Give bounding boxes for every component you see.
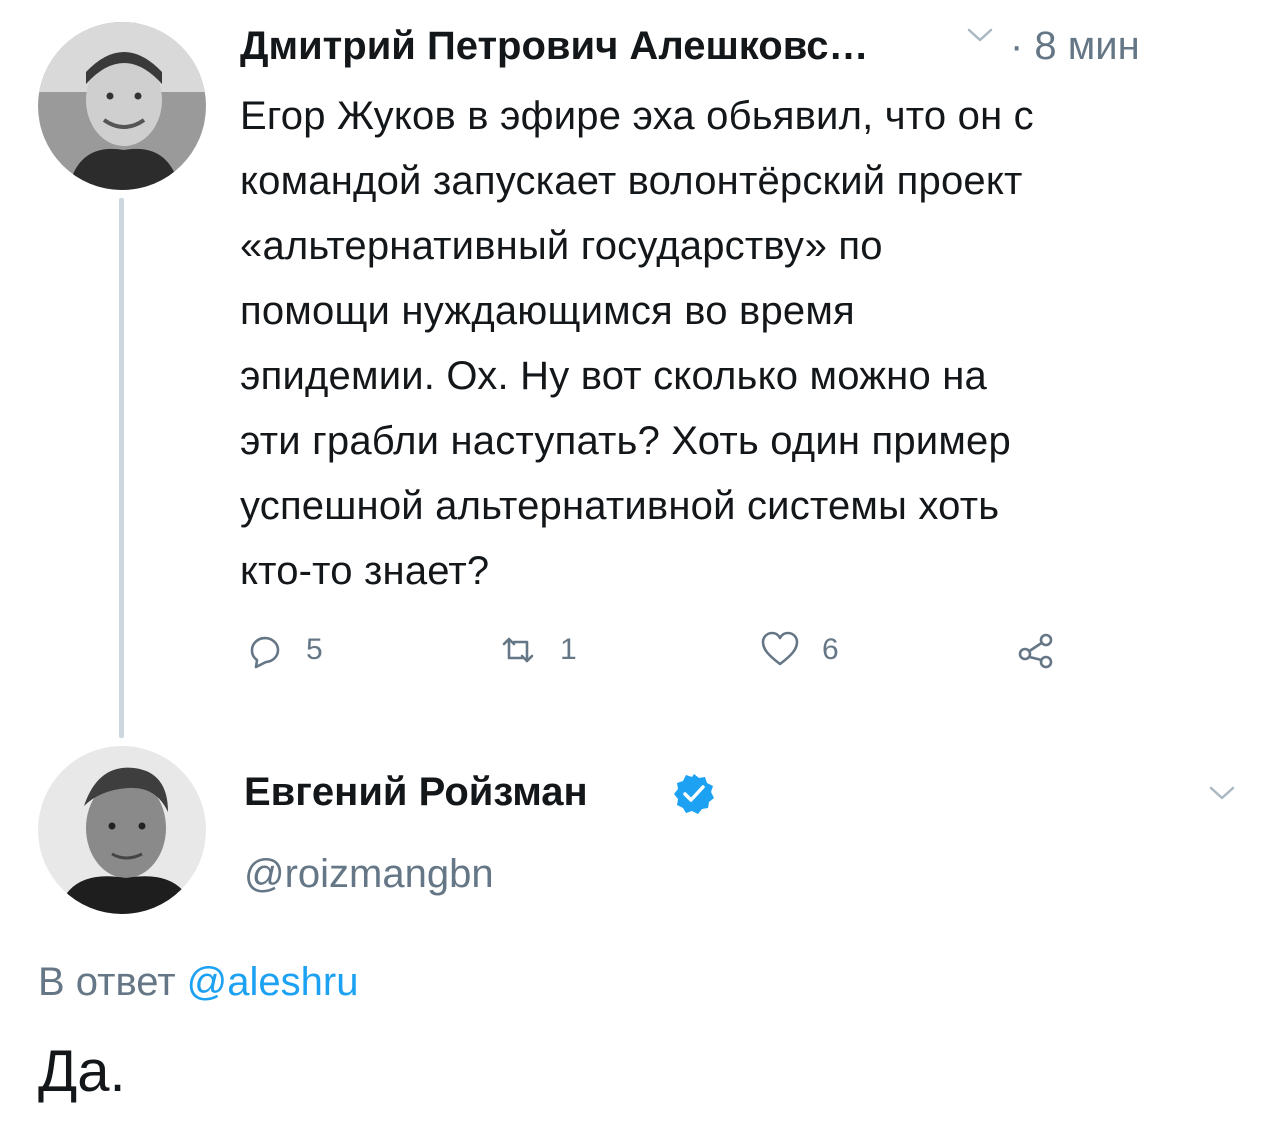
share-button[interactable] bbox=[1016, 620, 1078, 680]
reply-button[interactable]: 5 bbox=[244, 620, 323, 680]
tweet1-action-bar: 5 1 6 bbox=[240, 620, 1140, 680]
reply-to-prefix: В ответ bbox=[38, 960, 176, 1004]
reply-to-mention-link[interactable]: @aleshru bbox=[187, 960, 359, 1004]
retweet-icon bbox=[502, 637, 534, 663]
verified-badge-icon bbox=[674, 774, 714, 814]
tweet1-header: Дмитрий Петрович Алешковс… · 8 мин bbox=[240, 18, 1250, 78]
avatar-image-2 bbox=[38, 746, 206, 914]
retweet-button[interactable]: 1 bbox=[498, 620, 577, 680]
chevron-down-icon[interactable] bbox=[1208, 784, 1236, 802]
avatar-image-1 bbox=[38, 22, 206, 190]
tweet1-timestamp[interactable]: · 8 мин bbox=[1010, 24, 1140, 69]
chevron-down-icon[interactable] bbox=[966, 26, 994, 44]
like-button[interactable]: 6 bbox=[760, 620, 839, 680]
reply-count: 5 bbox=[306, 633, 323, 666]
tweet2-author-name[interactable]: Евгений Ройзман bbox=[244, 770, 588, 815]
heart-icon bbox=[761, 631, 799, 666]
share-icon bbox=[1018, 633, 1053, 669]
reply-to-line: В ответ @aleshru bbox=[38, 960, 358, 1005]
avatar-author-2[interactable] bbox=[38, 746, 206, 914]
reply-icon bbox=[250, 636, 280, 669]
thread-connector-line bbox=[119, 198, 124, 738]
tweet1-body-text: Егор Жуков в эфире эха обьявил, что он с… bbox=[240, 94, 1034, 593]
like-count: 6 bbox=[822, 633, 839, 666]
retweet-count: 1 bbox=[560, 633, 577, 666]
tweet2-handle[interactable]: @roizmangbn bbox=[244, 852, 494, 897]
tweet1-author-name[interactable]: Дмитрий Петрович Алешковс… bbox=[240, 24, 869, 69]
avatar-author-1[interactable] bbox=[38, 22, 206, 190]
tweet2-body-text: Да. bbox=[38, 1039, 126, 1104]
